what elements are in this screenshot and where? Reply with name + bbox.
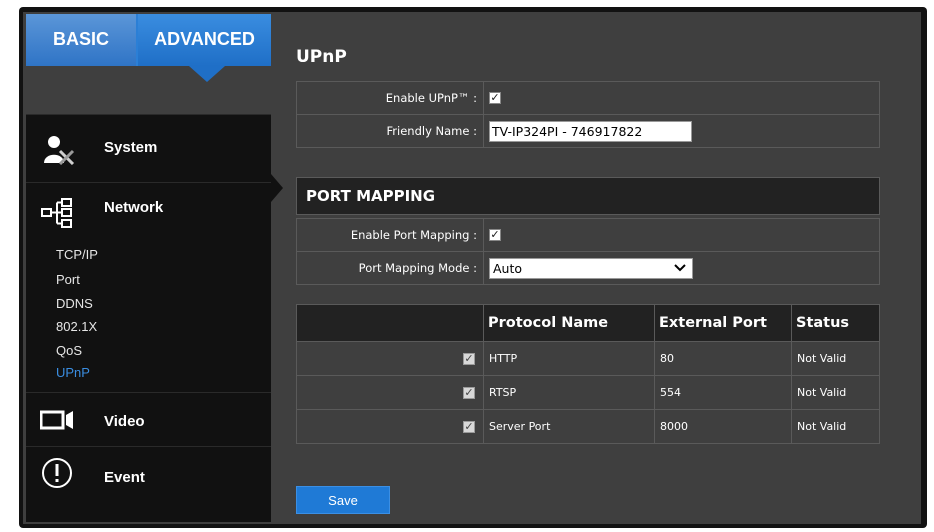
enable-upnp-row: Enable UPnP™ : ✓ (296, 81, 880, 115)
enable-upnp-checkbox[interactable]: ✓ (489, 92, 501, 104)
table-row: ✓ RTSP 554 Not Valid (296, 375, 880, 410)
cell-external-port: 80 (654, 341, 792, 376)
cell-status: Not Valid (791, 375, 880, 410)
chevron-down-icon (674, 264, 686, 272)
sidebar-group-video: Video (26, 392, 271, 446)
cell-protocol: Server Port (483, 409, 655, 444)
mode-tabbar: BASIC ADVANCED (26, 14, 271, 66)
friendly-name-field[interactable]: TV-IP324PI - 746917822 (489, 121, 692, 142)
table-header-row: Protocol Name External Port Status (296, 304, 880, 342)
active-tab-pointer (189, 66, 225, 82)
port-mapping-mode-select[interactable]: Auto (489, 258, 693, 279)
sidebar-item-tcpip[interactable]: TCP/IP (56, 247, 98, 262)
table-header-protocol: Protocol Name (483, 304, 655, 342)
page-title: UPnP (296, 47, 347, 67)
enable-upnp-label: Enable UPnP™ : (297, 82, 484, 114)
table-header-status: Status (791, 304, 880, 342)
port-mapping-mode-value: Auto (493, 261, 523, 276)
row-enable-checkbox[interactable]: ✓ (463, 421, 475, 433)
enable-port-mapping-label: Enable Port Mapping : (297, 219, 484, 251)
sidebar-item-event[interactable]: Event (26, 447, 271, 507)
admin-tools-icon (44, 136, 75, 165)
sidebar-item-label: Video (104, 413, 145, 430)
main-panel: UPnP Enable UPnP™ : ✓ Friendly Name : TV… (272, 14, 917, 522)
video-camera-icon (40, 410, 73, 430)
sidebar: BASIC ADVANCED System Network TCP/IP Por… (26, 14, 283, 522)
save-button[interactable]: Save (296, 486, 390, 514)
enable-port-mapping-checkbox[interactable]: ✓ (489, 229, 501, 241)
exclamation-circle-icon (42, 458, 72, 488)
cell-protocol: RTSP (483, 375, 655, 410)
row-enable-checkbox[interactable]: ✓ (463, 387, 475, 399)
cell-status: Not Valid (791, 409, 880, 444)
tab-basic[interactable]: BASIC (26, 14, 136, 66)
row-enable-checkbox[interactable]: ✓ (463, 353, 475, 365)
cell-external-port: 8000 (654, 409, 792, 444)
cell-status: Not Valid (791, 341, 880, 376)
sidebar-item-label: System (104, 139, 158, 156)
sidebar-item-label: Event (104, 469, 145, 486)
row-checkbox-cell: ✓ (296, 375, 484, 410)
sidebar-item-system[interactable]: System (26, 119, 271, 179)
friendly-name-row: Friendly Name : TV-IP324PI - 746917822 (296, 114, 880, 148)
sidebar-item-ddns[interactable]: DDNS (56, 296, 93, 311)
row-checkbox-cell: ✓ (296, 341, 484, 376)
sidebar-item-video[interactable]: Video (26, 393, 271, 447)
port-mapping-heading: PORT MAPPING (296, 177, 880, 215)
enable-port-mapping-row: Enable Port Mapping : ✓ (296, 218, 880, 252)
sidebar-item-label: Network (104, 199, 164, 216)
row-checkbox-cell: ✓ (296, 409, 484, 444)
port-mapping-mode-row: Port Mapping Mode : Auto (296, 251, 880, 285)
port-mapping-mode-label: Port Mapping Mode : (297, 252, 484, 284)
sidebar-group-network: Network TCP/IP Port DDNS 802.1X QoS UPnP (26, 182, 271, 392)
table-row: ✓ HTTP 80 Not Valid (296, 341, 880, 376)
tab-advanced[interactable]: ADVANCED (138, 14, 271, 66)
sidebar-item-upnp[interactable]: UPnP (56, 365, 90, 380)
table-header-external-port: External Port (654, 304, 792, 342)
sidebar-group-event: Event (26, 446, 271, 522)
friendly-name-label: Friendly Name : (297, 115, 484, 147)
sidebar-item-qos[interactable]: QoS (56, 343, 82, 358)
table-header-empty (296, 304, 484, 342)
network-tree-icon (41, 198, 72, 228)
sidebar-item-8021x[interactable]: 802.1X (56, 319, 97, 334)
cell-protocol: HTTP (483, 341, 655, 376)
sidebar-item-network[interactable]: Network (26, 183, 271, 243)
cell-external-port: 554 (654, 375, 792, 410)
sidebar-item-port[interactable]: Port (56, 272, 80, 287)
table-row: ✓ Server Port 8000 Not Valid (296, 409, 880, 444)
sidebar-spacer (26, 82, 271, 114)
port-mapping-table: Protocol Name External Port Status ✓ HTT… (296, 304, 880, 444)
sidebar-group-system: System (26, 114, 271, 182)
